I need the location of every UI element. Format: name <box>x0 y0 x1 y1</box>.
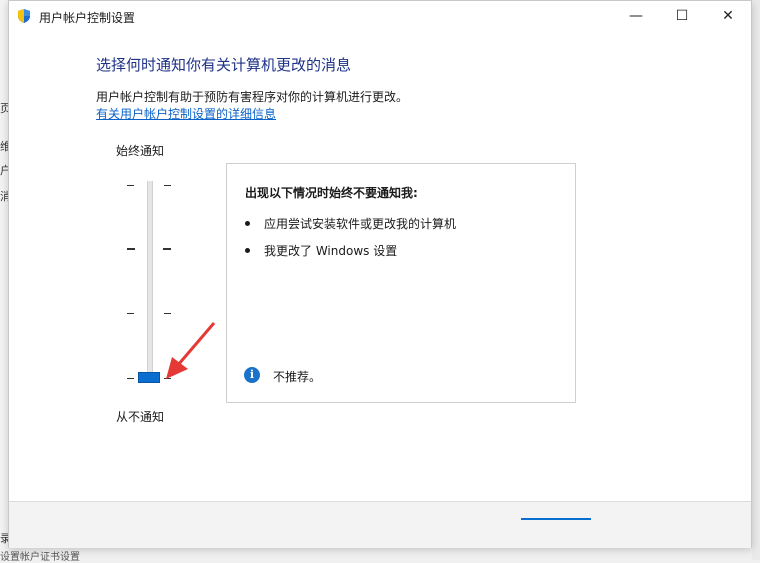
slider-top-label: 始终通知 <box>116 144 165 158</box>
titlebar[interactable]: 用户帐户控制设置 — ☐ ✕ <box>9 1 751 31</box>
close-button[interactable]: ✕ <box>705 1 751 31</box>
panel-title: 出现以下情况时始终不要通知我: <box>245 186 418 200</box>
notification-level-slider[interactable] <box>147 181 153 379</box>
slider-tick <box>127 313 134 314</box>
level-description-panel: 出现以下情况时始终不要通知我: 应用尝试安装软件或更改我的计算机 我更改了 Wi… <box>226 163 576 403</box>
page-heading: 选择何时通知你有关计算机更改的消息 <box>96 56 352 74</box>
bullet-icon <box>245 221 250 226</box>
slider-tick <box>163 248 171 250</box>
bullet-icon <box>245 248 250 253</box>
slider-tick <box>164 185 171 186</box>
background-window <box>0 0 8 560</box>
slider-tick <box>127 378 134 379</box>
footer-area <box>9 502 751 548</box>
annotation-arrow-icon <box>166 322 216 379</box>
info-icon: i <box>244 367 260 383</box>
slider-tick <box>127 248 135 250</box>
bullet-text: 我更改了 Windows 设置 <box>264 244 398 258</box>
slider-bottom-label: 从不通知 <box>116 410 165 424</box>
uac-shield-icon <box>18 9 30 23</box>
ok-button[interactable] <box>521 512 591 520</box>
slider-tick <box>127 185 134 186</box>
slider-tick <box>164 313 171 314</box>
list-item: 应用尝试安装软件或更改我的计算机 <box>245 215 456 232</box>
background-window-right <box>752 0 760 560</box>
window-title: 用户帐户控制设置 <box>39 11 136 25</box>
background-text: 设置帐户证书设置 <box>0 552 80 563</box>
slider-thumb[interactable] <box>138 372 160 383</box>
page-description: 用户帐户控制有助于预防有害程序对你的计算机进行更改。 <box>96 90 409 104</box>
list-item: 我更改了 Windows 设置 <box>245 242 397 259</box>
maximize-button[interactable]: ☐ <box>659 1 705 31</box>
info-text: 不推荐。 <box>273 370 322 384</box>
uac-settings-window: 用户帐户控制设置 — ☐ ✕ 选择何时通知你有关计算机更改的消息 用户帐户控制有… <box>8 0 752 548</box>
minimize-button[interactable]: — <box>613 1 659 31</box>
bullet-text: 应用尝试安装软件或更改我的计算机 <box>264 217 457 231</box>
uac-help-link[interactable]: 有关用户帐户控制设置的详细信息 <box>96 105 276 122</box>
